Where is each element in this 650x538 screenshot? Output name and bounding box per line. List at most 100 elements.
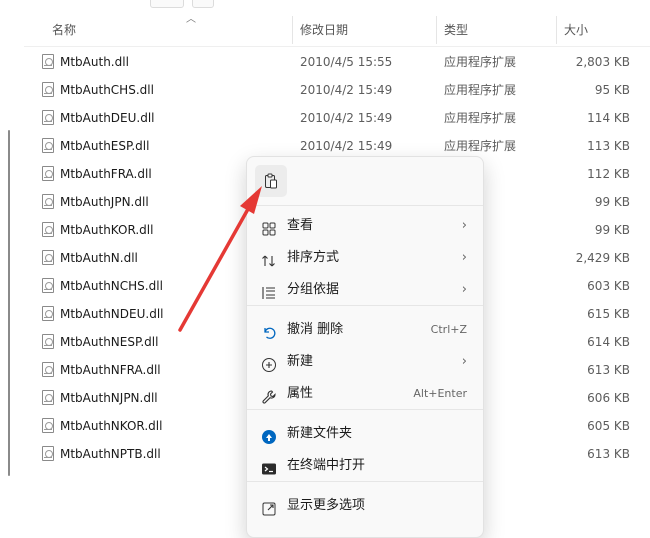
sort-icon xyxy=(261,250,277,267)
column-divider[interactable] xyxy=(556,16,557,44)
menu-item-1[interactable]: 查看 › xyxy=(247,211,483,241)
wrench-icon xyxy=(261,386,277,404)
dll-file-icon xyxy=(42,166,54,181)
menu-item-9[interactable]: 显示更多选项 xyxy=(247,491,483,521)
column-header-size[interactable]: 大小 xyxy=(564,14,588,46)
new-folder-icon xyxy=(261,426,277,444)
dll-file-icon xyxy=(42,110,54,125)
top-toolbar-edge xyxy=(0,0,650,14)
dll-file-icon xyxy=(42,194,54,209)
menu-item-label: 在终端中打开 xyxy=(287,458,366,473)
column-header-type[interactable]: 类型 xyxy=(444,14,468,46)
menu-divider xyxy=(247,409,483,410)
file-type: 应用程序扩展 xyxy=(444,55,517,69)
file-size: 99 KB xyxy=(594,223,630,237)
file-row[interactable]: MtbAuthCHS.dll 2010/4/2 15:49 应用程序扩展 95 KB xyxy=(24,76,650,104)
dll-file-icon xyxy=(42,418,54,433)
column-divider[interactable] xyxy=(436,16,437,44)
menu-divider xyxy=(247,481,483,482)
file-size: 613 KB xyxy=(587,363,630,377)
file-size: 113 KB xyxy=(587,139,630,153)
file-size: 603 KB xyxy=(587,279,630,293)
dll-file-icon xyxy=(42,250,54,265)
menu-item-label: 新建文件夹 xyxy=(287,426,353,441)
menu-divider xyxy=(247,205,483,206)
file-name: MtbAuthNPTB.dll xyxy=(60,447,161,461)
file-date: 2010/4/5 15:55 xyxy=(300,55,393,69)
file-name: MtbAuthCHS.dll xyxy=(60,83,154,97)
group-list-icon xyxy=(261,282,277,299)
file-size: 605 KB xyxy=(587,419,630,433)
menu-item-label: 新建 xyxy=(287,354,314,369)
menu-item-label: 查看 xyxy=(287,218,314,233)
file-name: MtbAuthNESP.dll xyxy=(60,335,159,349)
file-size: 615 KB xyxy=(587,307,630,321)
dll-file-icon xyxy=(42,446,54,461)
file-date: 2010/4/2 15:49 xyxy=(300,83,393,97)
file-name: MtbAuthNJPN.dll xyxy=(60,391,158,405)
menu-item-label: 撤消 删除 xyxy=(287,322,344,337)
file-row[interactable]: MtbAuthDEU.dll 2010/4/2 15:49 应用程序扩展 114 KB xyxy=(24,104,650,132)
column-divider[interactable] xyxy=(292,16,293,44)
file-name: MtbAuthJPN.dll xyxy=(60,195,149,209)
menu-shortcut: Ctrl+Z xyxy=(430,323,467,336)
file-type: 应用程序扩展 xyxy=(444,111,517,125)
menu-item-5[interactable]: 新建 › xyxy=(247,347,483,377)
menu-item-8[interactable]: 在终端中打开 xyxy=(247,451,483,481)
toolbar-button-fragment[interactable] xyxy=(192,0,214,8)
file-size: 614 KB xyxy=(587,335,630,349)
undo-icon xyxy=(261,322,277,339)
file-date: 2010/4/2 15:49 xyxy=(300,111,393,125)
menu-item-7[interactable]: 新建文件夹 xyxy=(247,419,483,449)
menu-item-label: 显示更多选项 xyxy=(287,498,366,513)
column-header-row: ︿ 名称 修改日期 类型 大小 xyxy=(24,14,650,47)
file-size: 99 KB xyxy=(594,195,630,209)
menu-shortcut: Alt+Enter xyxy=(413,387,467,400)
dll-file-icon xyxy=(42,278,54,293)
dll-file-icon xyxy=(42,334,54,349)
menu-item-label: 排序方式 xyxy=(287,250,340,265)
file-size: 2,803 KB xyxy=(575,55,630,69)
file-name: MtbAuthESP.dll xyxy=(60,139,150,153)
dll-file-icon xyxy=(42,306,54,321)
chevron-right-icon: › xyxy=(461,250,467,265)
file-size: 114 KB xyxy=(587,111,630,125)
file-name: MtbAuthDEU.dll xyxy=(60,111,155,125)
menu-divider xyxy=(247,305,483,306)
file-name: MtbAuthNFRA.dll xyxy=(60,363,161,377)
file-size: 613 KB xyxy=(587,447,630,461)
menu-item-6[interactable]: 属性 Alt+Enter xyxy=(247,379,483,409)
grid-view-icon xyxy=(261,218,277,236)
dll-file-icon xyxy=(42,54,54,69)
new-plus-icon xyxy=(261,354,277,372)
column-header-date[interactable]: 修改日期 xyxy=(300,14,348,46)
sort-ascending-icon: ︿ xyxy=(186,14,196,25)
terminal-icon xyxy=(261,458,277,475)
file-name: MtbAuthNCHS.dll xyxy=(60,279,163,293)
context-menu: 查看 › 排序方式 › 分组依据 › 撤消 删除 Ctrl+Z 新建 › 属性 Alt+Enter 新建… xyxy=(246,156,484,538)
paste-icon xyxy=(265,173,277,189)
file-type: 应用程序扩展 xyxy=(444,83,517,97)
column-header-name[interactable]: 名称 xyxy=(52,14,76,46)
chevron-right-icon: › xyxy=(461,282,467,297)
toolbar-button-fragment[interactable] xyxy=(150,0,184,8)
file-name: MtbAuthKOR.dll xyxy=(60,223,154,237)
more-options-icon xyxy=(261,498,277,516)
file-size: 2,429 KB xyxy=(575,251,630,265)
file-size: 112 KB xyxy=(587,167,630,181)
file-name: MtbAuthFRA.dll xyxy=(60,167,152,181)
menu-item-4[interactable]: 撤消 删除 Ctrl+Z xyxy=(247,315,483,345)
file-size: 95 KB xyxy=(594,83,630,97)
file-name: MtbAuth.dll xyxy=(60,55,129,69)
menu-item-2[interactable]: 排序方式 › xyxy=(247,243,483,273)
dll-file-icon xyxy=(42,390,54,405)
paste-button[interactable] xyxy=(255,165,287,197)
dll-file-icon xyxy=(42,82,54,97)
chevron-right-icon: › xyxy=(461,354,467,369)
navigation-scrollbar[interactable] xyxy=(8,130,10,476)
file-row[interactable]: MtbAuth.dll 2010/4/5 15:55 应用程序扩展 2,803 KB xyxy=(24,48,650,76)
menu-item-3[interactable]: 分组依据 › xyxy=(247,275,483,305)
dll-file-icon xyxy=(42,222,54,237)
chevron-right-icon: › xyxy=(461,218,467,233)
menu-item-label: 分组依据 xyxy=(287,282,340,297)
